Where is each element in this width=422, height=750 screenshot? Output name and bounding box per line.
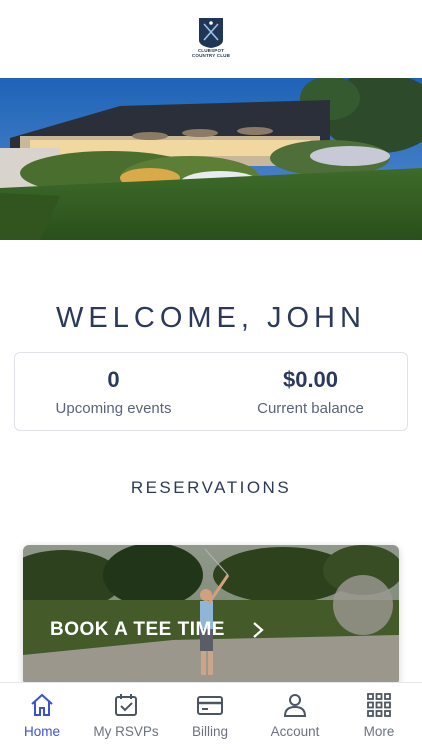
upcoming-events-stat[interactable]: 0 Upcoming events [15, 353, 212, 432]
tab-home-label: Home [23, 724, 60, 739]
current-balance-value: $0.00 [282, 367, 339, 392]
logo-line2: COUNTRY CLUB [191, 53, 231, 58]
tab-account[interactable]: Account [253, 683, 337, 750]
tab-my-rsvps-label: My RSVPs [93, 724, 159, 739]
current-balance-stat[interactable]: $0.00 Current balance [212, 353, 409, 432]
stats-card: 0 Upcoming events $0.00 Current balance [14, 352, 408, 431]
tab-more[interactable]: More [337, 683, 421, 750]
calendar-check-icon [115, 694, 137, 716]
golfer-image [23, 545, 399, 685]
reservations-heading: RESERVATIONS [130, 478, 292, 497]
logo-text: CLUBSPOT COUNTRY CLUB [186, 48, 236, 58]
tab-my-rsvps[interactable]: My RSVPs [84, 683, 168, 750]
credit-card-icon [197, 696, 223, 715]
upcoming-events-label: Upcoming events [55, 400, 172, 417]
book-tee-time-card[interactable] [23, 545, 399, 685]
chevron-right-icon [253, 622, 264, 638]
upcoming-events-value: 0 [107, 367, 120, 392]
home-icon [31, 693, 53, 716]
clubhouse-hero-image [0, 78, 422, 240]
grid-icon [367, 693, 391, 717]
tab-billing[interactable]: Billing [168, 683, 252, 750]
current-balance-label: Current balance [257, 400, 364, 417]
user-icon [283, 694, 307, 717]
tab-account-label: Account [270, 724, 320, 739]
welcome-heading: WELCOME, JOHN [56, 302, 366, 334]
tab-more-label: More [363, 724, 395, 739]
tab-home[interactable]: Home [0, 683, 84, 750]
book-tee-time-label: BOOK A TEE TIME [50, 619, 225, 640]
bottom-tab-bar: Home My RSVPs Billing Account More [0, 682, 422, 750]
app-header: CLUBSPOT COUNTRY CLUB [0, 0, 422, 78]
tab-billing-label: Billing [191, 724, 229, 739]
